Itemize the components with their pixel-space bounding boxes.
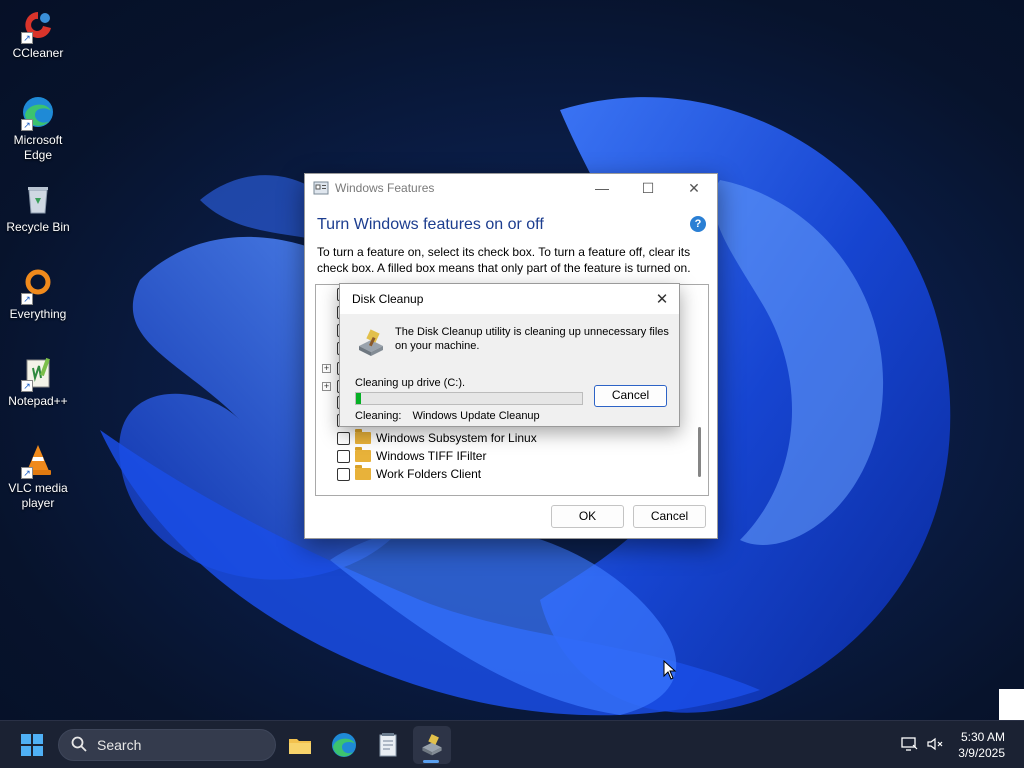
close-button[interactable]: ✕ <box>671 174 717 202</box>
cleanup-status-value: Windows Update Cleanup <box>412 410 540 422</box>
list-item[interactable]: Work Folders Client <box>337 465 481 483</box>
active-app-indicator <box>423 760 439 763</box>
white-block <box>999 689 1024 720</box>
desktop-icon-edge[interactable]: ↗ Microsoft Edge <box>0 95 76 163</box>
taskbar-file-explorer[interactable] <box>281 726 319 764</box>
desktop-icon-label: Recycle Bin <box>6 220 70 234</box>
disk-cleanup-dialog: Disk Cleanup ✕ The Disk Cleanup utility … <box>339 283 680 427</box>
list-item[interactable]: Windows TIFF IFilter <box>337 447 486 465</box>
disk-cleanup-icon <box>356 328 386 358</box>
features-description: To turn a feature on, select its check b… <box>317 245 691 275</box>
feature-label: Windows TIFF IFilter <box>376 449 487 463</box>
expand-icon[interactable]: + <box>322 363 331 373</box>
cleanup-status: Cleaning: Windows Update Cleanup <box>355 410 540 422</box>
feature-label: Work Folders Client <box>376 467 482 481</box>
desktop-icon-label: Notepad++ <box>8 394 68 408</box>
features-window-title: Windows Features <box>335 181 435 195</box>
taskbar-clock[interactable]: 5:30 AM 3/9/2025 <box>958 729 1005 761</box>
features-heading: Turn Windows features on or off <box>317 216 544 233</box>
network-icon[interactable] <box>900 736 918 755</box>
recycle-bin-icon <box>21 182 55 216</box>
mouse-cursor-icon <box>663 659 677 683</box>
everything-icon: ↗ <box>21 269 55 305</box>
cleanup-status-label: Cleaning: <box>355 410 402 422</box>
desktop-icon-label: Everything <box>9 307 67 321</box>
expand-icon[interactable]: + <box>322 381 331 391</box>
start-button[interactable] <box>13 726 51 764</box>
taskbar-disk-cleanup[interactable] <box>413 726 451 764</box>
desktop-icon-notepadpp[interactable]: ↗ Notepad++ <box>0 356 76 409</box>
checkbox[interactable] <box>337 467 350 481</box>
features-titlebar[interactable]: Windows Features — ☐ ✕ <box>305 174 717 202</box>
windows-features-icon <box>313 180 329 196</box>
desktop-icon-vlc[interactable]: ↗ VLC media player <box>0 443 76 511</box>
edge-icon <box>332 733 356 757</box>
start-icon <box>21 734 43 756</box>
folder-icon <box>355 429 371 444</box>
cleanup-titlebar[interactable]: Disk Cleanup ✕ <box>340 284 679 314</box>
volume-muted-icon[interactable] <box>926 736 944 755</box>
minimize-button[interactable]: — <box>579 174 625 202</box>
clock-time: 5:30 AM <box>960 730 1005 744</box>
ccleaner-icon: ↗ <box>21 8 55 44</box>
desktop-icon-label: CCleaner <box>12 46 64 60</box>
help-icon[interactable]: ? <box>690 216 706 232</box>
ok-button[interactable]: OK <box>551 505 624 528</box>
search-placeholder: Search <box>97 737 142 753</box>
taskbar: Search 5:30 AM 3/9/2025 <box>0 720 1024 768</box>
list-item[interactable]: Windows Subsystem for Linux <box>337 429 537 447</box>
taskbar-edge[interactable] <box>325 726 363 764</box>
system-tray: 5:30 AM 3/9/2025 <box>900 721 1024 768</box>
checkbox[interactable] <box>337 431 350 445</box>
folder-icon <box>355 447 371 462</box>
file-explorer-icon <box>289 739 311 754</box>
feature-label: Windows Subsystem for Linux <box>376 431 537 445</box>
desktop-icon-label: Microsoft Edge <box>13 133 63 162</box>
desktop-icon-everything[interactable]: ↗ Everything <box>0 269 76 322</box>
edge-icon: ↗ <box>21 95 55 131</box>
desktop-icon-label: VLC media player <box>8 481 68 510</box>
cleanup-message: The Disk Cleanup utility is cleaning up … <box>395 326 669 352</box>
cleanup-cancel-button[interactable]: Cancel <box>594 385 667 407</box>
cancel-button[interactable]: Cancel <box>633 505 706 528</box>
vlc-icon: ↗ <box>21 443 55 479</box>
cleanup-dialog-title: Disk Cleanup <box>352 292 424 306</box>
search-input[interactable]: Search <box>58 729 276 761</box>
scrollbar-thumb[interactable] <box>698 427 701 477</box>
taskbar-notepad[interactable] <box>369 726 407 764</box>
checkbox[interactable] <box>337 449 350 463</box>
progress-fill <box>356 393 361 404</box>
close-button[interactable]: ✕ <box>645 285 679 313</box>
desktop-icon-recycle-bin[interactable]: Recycle Bin <box>0 182 76 235</box>
disk-cleanup-icon <box>422 734 442 756</box>
clock-date: 3/9/2025 <box>958 746 1005 760</box>
desktop-icon-ccleaner[interactable]: ↗ CCleaner <box>0 8 76 61</box>
cleanup-drive-text: Cleaning up drive (C:). <box>355 377 466 389</box>
cleanup-progress-bar <box>355 392 583 405</box>
folder-icon <box>355 465 371 480</box>
maximize-button[interactable]: ☐ <box>625 174 671 202</box>
notepadpp-icon: ↗ <box>21 356 55 392</box>
notepad-icon <box>379 733 397 757</box>
search-icon <box>71 736 87 755</box>
